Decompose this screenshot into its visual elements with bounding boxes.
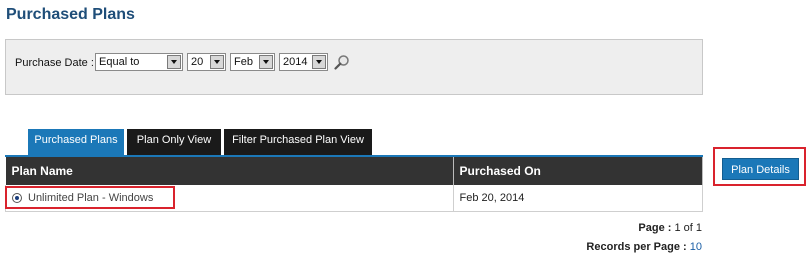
page-value: 1 of 1 [674, 222, 702, 234]
month-value: Feb [234, 56, 253, 68]
tab-filter-purchased-plan-view[interactable]: Filter Purchased Plan View [224, 129, 372, 155]
operator-value: Equal to [99, 56, 140, 68]
plan-details-highlight: Plan Details [713, 147, 806, 186]
page-title: Purchased Plans [6, 6, 135, 23]
records-per-page: Records per Page : 10 [586, 241, 702, 253]
chevron-down-icon[interactable] [312, 55, 326, 69]
year-value: 2014 [283, 56, 308, 68]
page-indicator: Page : 1 of 1 [638, 222, 702, 234]
year-select[interactable]: 2014 [279, 53, 328, 71]
purchase-date-label: Purchase Date : [15, 57, 94, 69]
chevron-down-icon[interactable] [167, 55, 181, 69]
plan-name-cell[interactable]: Unlimited Plan - Windows [5, 185, 454, 212]
column-header-plan-name[interactable]: Plan Name [5, 157, 454, 185]
chevron-down-icon[interactable] [259, 55, 273, 69]
filter-panel: Purchase Date : Equal to 20 Feb 2014 [5, 39, 703, 95]
records-label: Records per Page : [586, 241, 687, 253]
day-select[interactable]: 20 [187, 53, 226, 71]
chevron-down-icon[interactable] [210, 55, 224, 69]
row-select-radio[interactable] [12, 193, 22, 204]
month-select[interactable]: Feb [230, 53, 275, 71]
table-row[interactable]: Unlimited Plan - Windows Feb 20, 2014 [5, 185, 703, 212]
records-value-link[interactable]: 10 [690, 241, 702, 253]
column-header-purchased-on[interactable]: Purchased On [453, 157, 703, 185]
page-label: Page : [638, 222, 672, 234]
plan-name: Unlimited Plan - Windows [28, 192, 154, 205]
table-header-row: Plan Name Purchased On [5, 157, 703, 185]
search-icon[interactable] [334, 54, 350, 70]
tab-plan-only-view[interactable]: Plan Only View [127, 129, 221, 155]
plans-table: Plan Name Purchased On Unlimited Plan - … [5, 157, 703, 212]
purchased-on-cell: Feb 20, 2014 [452, 185, 703, 212]
tab-purchased-plans[interactable]: Purchased Plans [28, 129, 124, 155]
operator-select[interactable]: Equal to [95, 53, 183, 71]
plan-details-button[interactable]: Plan Details [722, 158, 799, 180]
day-value: 20 [191, 56, 204, 68]
